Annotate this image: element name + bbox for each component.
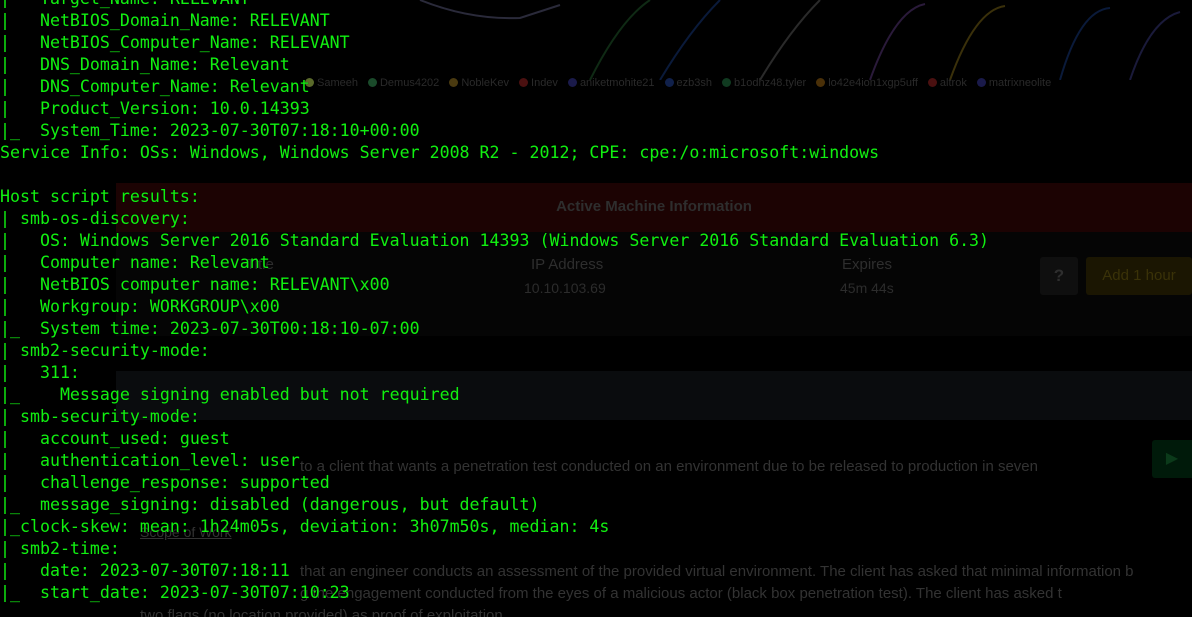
terminal-output[interactable]: | Target_Name: RELEVANT| NetBIOS_Domain_… xyxy=(0,0,1192,604)
terminal-line: | DNS_Computer_Name: Relevant xyxy=(0,77,310,96)
terminal-line: |_ Message signing enabled but not requi… xyxy=(0,385,460,404)
terminal-line: | account_used: guest xyxy=(0,429,230,448)
terminal-line: | smb2-time: xyxy=(0,539,120,558)
terminal-line: | 311: xyxy=(0,363,80,382)
screen: Sameeh Demus4202 NobleKev Indev aniketmohite… xyxy=(0,0,1192,617)
terminal-line: | smb-security-mode: xyxy=(0,407,200,426)
task-description-line-4: two flags (no location provided) as proo… xyxy=(140,607,503,617)
terminal-line: | Product_Version: 10.0.14393 xyxy=(0,99,310,118)
terminal-line: | Computer name: Relevant xyxy=(0,253,270,272)
terminal-line: | DNS_Domain_Name: Relevant xyxy=(0,55,290,74)
terminal-line: |_ System_Time: 2023-07-30T07:18:10+00:0… xyxy=(0,121,420,140)
terminal-line: | authentication_level: user xyxy=(0,451,300,470)
terminal-line: | challenge_response: supported xyxy=(0,473,330,492)
terminal-line: | smb-os-discovery: xyxy=(0,209,190,228)
terminal-line: | smb2-security-mode: xyxy=(0,341,210,360)
terminal-line: |_ System time: 2023-07-30T00:18:10-07:0… xyxy=(0,319,420,338)
terminal-line: | NetBIOS_Computer_Name: RELEVANT xyxy=(0,33,350,52)
terminal-line: | OS: Windows Server 2016 Standard Evalu… xyxy=(0,231,990,250)
terminal-line: | NetBIOS_Domain_Name: RELEVANT xyxy=(0,11,330,30)
terminal-line: | NetBIOS computer name: RELEVANT\x00 xyxy=(0,275,390,294)
terminal-line: Host script results: xyxy=(0,187,200,206)
terminal-line: | date: 2023-07-30T07:18:11 xyxy=(0,561,290,580)
terminal-line: Service Info: OSs: Windows, Windows Serv… xyxy=(0,143,880,162)
terminal-line: | Target_Name: RELEVANT xyxy=(0,0,1192,10)
terminal-line: |_ start_date: 2023-07-30T07:10:23 xyxy=(0,583,350,602)
terminal-line: |_clock-skew: mean: 1h24m05s, deviation:… xyxy=(0,517,610,536)
terminal-line: |_ message_signing: disabled (dangerous,… xyxy=(0,495,540,514)
terminal-line: | Workgroup: WORKGROUP\x00 xyxy=(0,297,280,316)
